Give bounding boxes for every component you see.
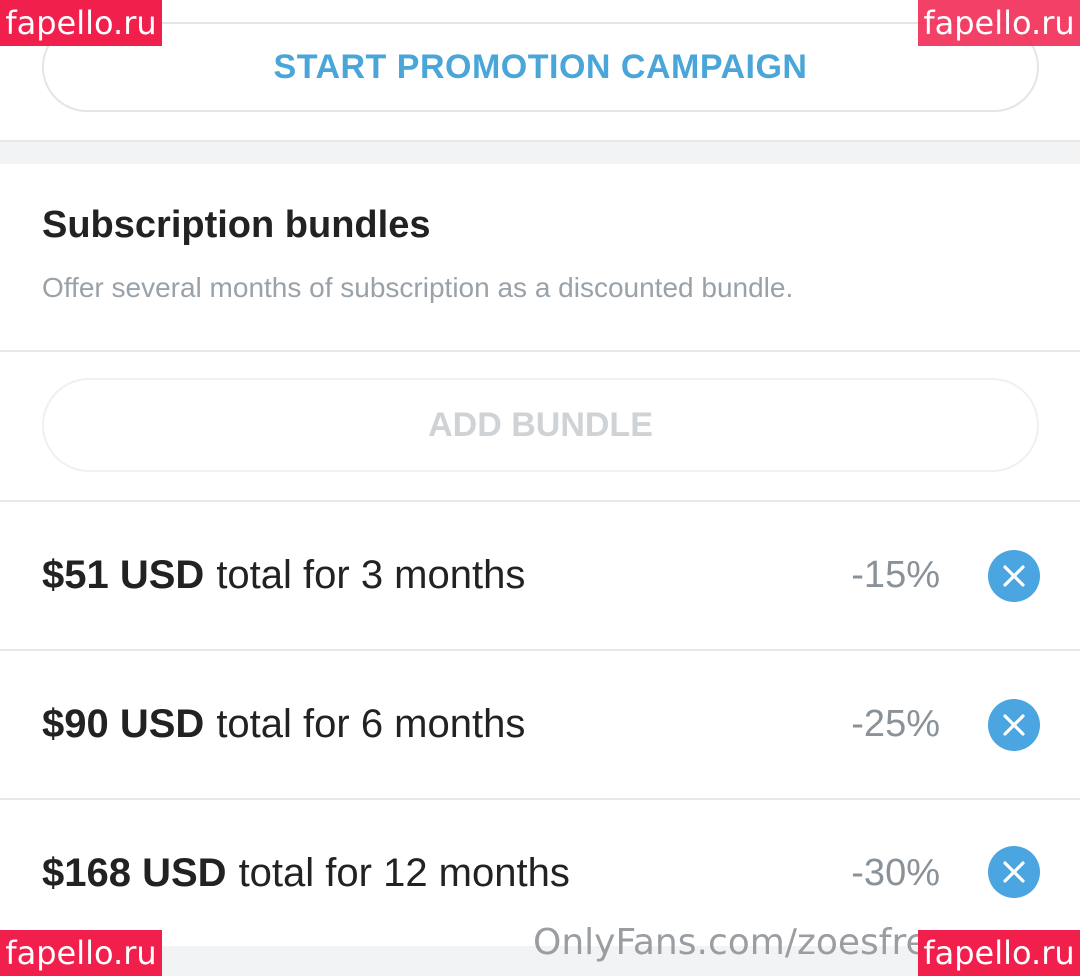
bundle-row: $51 USD total for 3 months -15% (0, 502, 1080, 651)
watermark-tag-top-right: fapello.ru (918, 0, 1080, 46)
bundle-price: $51 USD (42, 553, 205, 597)
section-description: Offer several months of subscription as … (42, 272, 794, 303)
close-icon (1003, 565, 1025, 587)
remove-bundle-button[interactable] (988, 846, 1040, 898)
onlyfans-watermark: OnlyFans.com/zoesfrer (533, 922, 943, 963)
remove-bundle-button[interactable] (988, 699, 1040, 751)
bundle-discount: -25% (851, 703, 940, 745)
watermark-tag-bottom-right: fapello.ru (918, 930, 1080, 976)
section-title: Subscription bundles (42, 204, 431, 246)
add-bundle-section: ADD BUNDLE (0, 352, 1080, 502)
bundle-summary: $90 USD total for 6 months (42, 651, 525, 798)
bundle-summary: $168 USD total for 12 months (42, 800, 570, 947)
bundle-summary: $51 USD total for 3 months (42, 502, 525, 649)
bundle-price: $168 USD (42, 851, 227, 895)
bundle-price: $90 USD (42, 702, 205, 746)
add-bundle-button[interactable]: ADD BUNDLE (42, 378, 1039, 472)
close-icon (1003, 714, 1025, 736)
remove-bundle-button[interactable] (988, 550, 1040, 602)
watermark-tag-top-left: fapello.ru (0, 0, 162, 46)
bundle-duration: total for 3 months (216, 553, 526, 597)
bundle-row: $90 USD total for 6 months -25% (0, 651, 1080, 800)
subscription-bundles-header: Subscription bundles Offer several month… (0, 164, 1080, 352)
bundle-duration: total for 6 months (216, 702, 526, 746)
bundle-duration: total for 12 months (238, 851, 570, 895)
close-icon (1003, 861, 1025, 883)
watermark-tag-bottom-left: fapello.ru (0, 930, 162, 976)
bundle-discount: -15% (851, 554, 940, 596)
section-divider (0, 142, 1080, 164)
start-promotion-campaign-button[interactable]: START PROMOTION CAMPAIGN (42, 22, 1039, 112)
